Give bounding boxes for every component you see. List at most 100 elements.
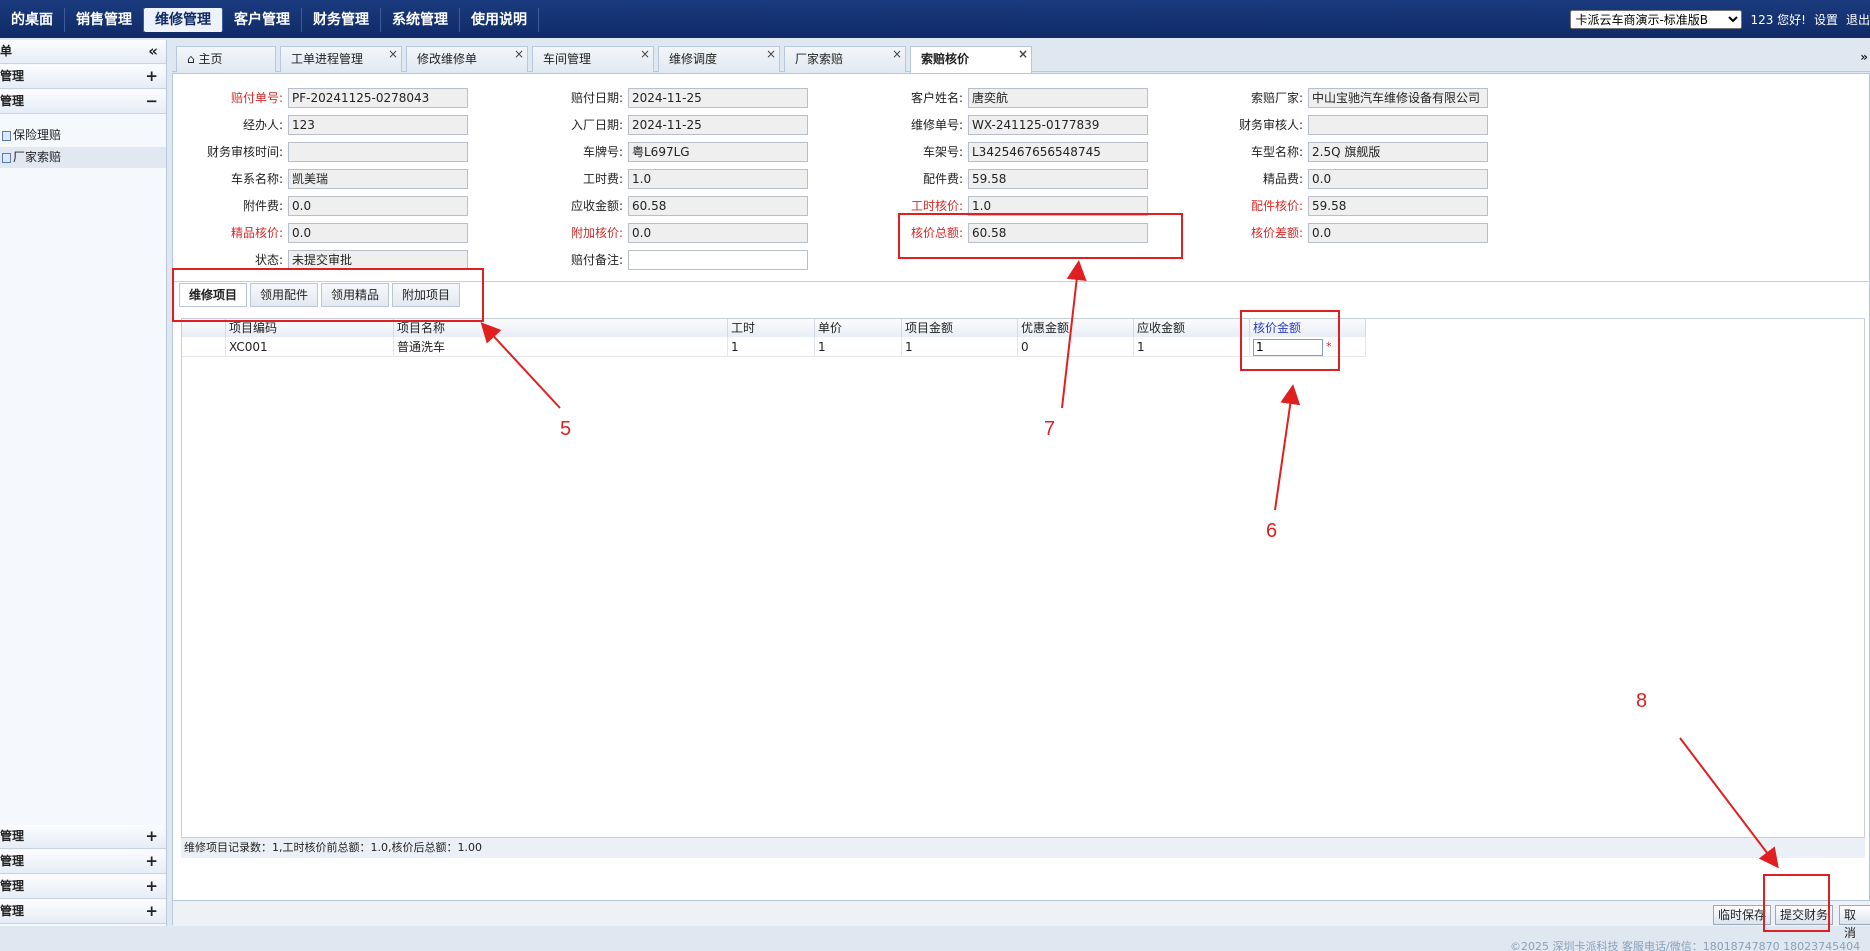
sidebar-group-3[interactable]: 管理 +	[0, 825, 166, 849]
top-right-area: 卡派云车商演示-标准版B 123 您好! 设置 退出	[1570, 10, 1870, 29]
tab-label: 索赔核价	[921, 52, 970, 66]
sidebar-item-factory-claim[interactable]: 厂家索赔	[0, 147, 166, 168]
sidebar-group-1[interactable]: 管理 +	[0, 65, 166, 89]
label-repair-no: 维修单号:	[910, 118, 963, 132]
close-icon[interactable]: ×	[766, 42, 776, 66]
sidebar-header: 单 «	[0, 40, 166, 64]
field-parts-check[interactable]: 59.58	[1308, 196, 1488, 216]
settings-link[interactable]: 设置	[1814, 11, 1838, 28]
annotation-number-8: 8	[1636, 690, 1648, 712]
menu-finance[interactable]: 财务管理	[302, 8, 381, 32]
field-series[interactable]: 凯美瑞	[288, 169, 468, 189]
menu-sales[interactable]: 销售管理	[65, 8, 144, 32]
sidebar-group-5[interactable]: 管理 +	[0, 875, 166, 899]
tab-repair-dispatch[interactable]: 维修调度 ×	[658, 46, 780, 72]
document-icon	[2, 152, 11, 163]
expand-icon[interactable]: +	[145, 850, 158, 873]
repair-items-grid: 项目编码 项目名称 工时 单价 项目金额 优惠金额 应收金额 核价金额 XC00…	[181, 318, 1865, 838]
main-menu: 的桌面 销售管理 维修管理 客户管理 财务管理 系统管理 使用说明	[0, 8, 539, 32]
action-bar: 临时保存 提交财务 取消	[173, 900, 1870, 940]
label-series: 车系名称:	[230, 172, 283, 186]
table-row-cell: XC001	[226, 337, 394, 357]
logout-link[interactable]: 退出	[1846, 11, 1870, 28]
tab-edit-repair-order[interactable]: 修改维修单 ×	[406, 46, 528, 72]
field-in-date[interactable]: 2024-11-25	[628, 115, 808, 135]
copyright-text: ©2025 深圳卡派科技 客服电话/微信：18018747870 1802374…	[1510, 940, 1861, 951]
field-attach[interactable]: 0.0	[288, 196, 468, 216]
sidebar-item-insurance[interactable]: 保险理赔	[0, 125, 166, 146]
expand-icon[interactable]: +	[145, 900, 158, 923]
field-vin[interactable]: L3425467656548745	[968, 142, 1148, 162]
field-claim-no[interactable]: PF-20241125-0278043	[288, 88, 468, 108]
close-icon[interactable]: ×	[1018, 42, 1028, 66]
field-boutique-check[interactable]: 0.0	[288, 223, 468, 243]
label-attach: 附件费:	[242, 199, 283, 213]
grid-summary: 维修项目记录数：1,工时核价前总额：1.0,核价后总额：1.00	[181, 838, 1865, 858]
grid-header: 工时	[728, 319, 815, 337]
label-plate: 车牌号:	[582, 145, 623, 159]
menu-desktop[interactable]: 的桌面	[0, 8, 65, 32]
grid-header: 优惠金额	[1018, 319, 1134, 337]
field-boutique[interactable]: 0.0	[1308, 169, 1488, 189]
field-model[interactable]: 2.5Q 旗舰版	[1308, 142, 1488, 162]
home-icon: ⌂	[187, 52, 195, 66]
label-customer: 客户姓名:	[910, 91, 963, 105]
label-labor: 工时费:	[582, 172, 623, 186]
tab-label: 工单进程管理	[291, 52, 364, 66]
expand-icon[interactable]: +	[145, 65, 158, 88]
tab-scroll-icon[interactable]: »	[1860, 50, 1868, 64]
tab-workshop[interactable]: 车间管理 ×	[532, 46, 654, 72]
field-diff-check[interactable]: 0.0	[1308, 223, 1488, 243]
label-claim-date: 赔付日期:	[570, 91, 623, 105]
sidebar-group-6[interactable]: 管理 +	[0, 900, 166, 924]
annotation-box-7	[898, 213, 1183, 259]
label-diff-check: 核价差额:	[1250, 226, 1303, 240]
close-icon[interactable]: ×	[892, 42, 902, 66]
field-fin-reviewer[interactable]	[1308, 115, 1488, 135]
tab-claim-pricing[interactable]: 索赔核价 ×	[910, 46, 1032, 73]
table-row-cell: 1	[1134, 337, 1250, 357]
label-maker: 索赔厂家:	[1250, 91, 1303, 105]
expand-icon[interactable]: +	[145, 875, 158, 898]
field-customer[interactable]: 唐奕航	[968, 88, 1148, 108]
document-icon	[2, 130, 11, 141]
sidebar-group-2[interactable]: 管理 −	[0, 90, 166, 114]
field-plate[interactable]: 粤L697LG	[628, 142, 808, 162]
expand-icon[interactable]: +	[145, 825, 158, 848]
close-icon[interactable]: ×	[388, 42, 398, 66]
field-repair-no[interactable]: WX-241125-0177839	[968, 115, 1148, 135]
sidebar-group-4[interactable]: 管理 +	[0, 850, 166, 874]
menu-system[interactable]: 系统管理	[381, 8, 460, 32]
close-icon[interactable]: ×	[514, 42, 524, 66]
cancel-button[interactable]: 取消	[1839, 905, 1870, 940]
grid-header: 项目金额	[902, 319, 1018, 337]
field-handler[interactable]: 123	[288, 115, 468, 135]
grid-header: 应收金额	[1134, 319, 1250, 337]
tab-label: 维修调度	[669, 52, 718, 66]
field-extra-check[interactable]: 0.0	[628, 223, 808, 243]
field-receivable[interactable]: 60.58	[628, 196, 808, 216]
collapse-group-icon[interactable]: −	[145, 90, 158, 113]
collapse-icon[interactable]: «	[148, 40, 158, 63]
field-maker[interactable]: 中山宝驰汽车维修设备有限公司	[1308, 88, 1488, 108]
tab-factory-claim[interactable]: 厂家索赔 ×	[784, 46, 906, 72]
field-status[interactable]: 未提交审批	[288, 250, 468, 270]
tab-home[interactable]: ⌂ 主页	[176, 46, 276, 72]
tab-work-order-progress[interactable]: 工单进程管理 ×	[280, 46, 402, 72]
label-remark: 赔付备注:	[570, 253, 623, 267]
label-in-date: 入厂日期:	[570, 118, 623, 132]
close-icon[interactable]: ×	[640, 42, 650, 66]
menu-customer[interactable]: 客户管理	[223, 8, 302, 32]
tab-label: 主页	[198, 52, 223, 66]
menu-help[interactable]: 使用说明	[460, 8, 539, 32]
field-labor[interactable]: 1.0	[628, 169, 808, 189]
annotation-number-7: 7	[1044, 418, 1056, 440]
field-fin-time[interactable]	[288, 142, 468, 162]
label-boutique-check: 精品核价:	[230, 226, 283, 240]
field-remark[interactable]	[628, 250, 808, 270]
label-parts-check: 配件核价:	[1250, 199, 1303, 213]
field-claim-date[interactable]: 2024-11-25	[628, 88, 808, 108]
menu-repair[interactable]: 维修管理	[144, 8, 223, 32]
field-parts[interactable]: 59.58	[968, 169, 1148, 189]
store-select[interactable]: 卡派云车商演示-标准版B	[1570, 10, 1743, 29]
